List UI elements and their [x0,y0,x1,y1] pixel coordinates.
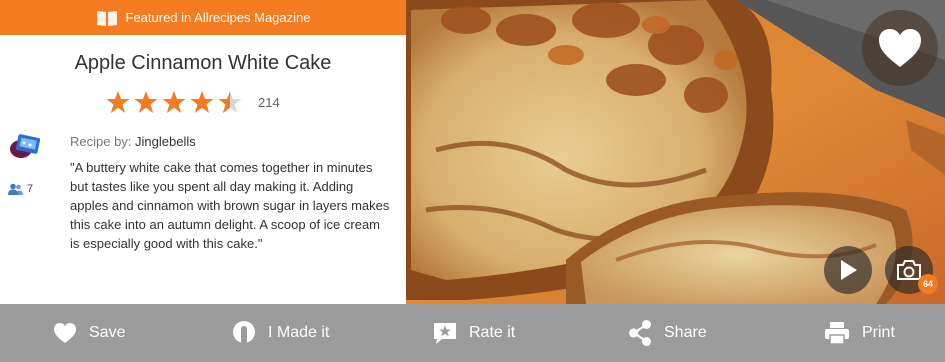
magazine-banner[interactable]: Featured in Allrecipes Magazine [0,0,406,35]
print-button-label: Print [862,324,895,341]
printer-icon [825,322,849,345]
play-video-button[interactable] [824,246,872,294]
star-full-icon[interactable] [162,90,186,114]
star-full-icon[interactable] [134,90,158,114]
recipe-description: "A buttery white cake that comes togethe… [70,160,390,251]
recipe-byline: Recipe by: Jinglebells [70,134,196,149]
heart-icon [879,29,921,67]
recipe-title: Apple Cinnamon White Cake [74,52,332,74]
rate-button-label: Rate it [469,324,516,341]
save-button-label: Save [89,324,126,341]
star-full-icon[interactable] [106,90,130,114]
made-it-button[interactable]: I Made it [232,304,329,362]
print-button[interactable]: Print [824,304,895,362]
magazine-icon [96,10,117,26]
heart-icon [54,323,76,343]
author-link[interactable]: Jinglebells [135,134,196,149]
share-button[interactable]: Share [628,304,707,362]
byline-label: Recipe by: [70,134,132,149]
star-rating[interactable]: 214 [106,90,280,114]
save-button[interactable]: Save [53,304,125,362]
banner-text: Featured in Allrecipes Magazine [125,10,311,25]
recipe-summary-panel: Featured in Allrecipes Magazine Apple Ci… [0,0,406,304]
made-it-count-value: 7 [27,183,34,195]
rating-count[interactable]: 214 [258,95,280,110]
rate-button[interactable]: Rate it [433,304,515,362]
users-icon [8,183,23,195]
photo-count-badge: 64 [918,274,938,294]
play-icon [841,260,857,280]
favorite-button[interactable] [862,10,938,86]
camera-icon [897,260,921,280]
share-button-label: Share [664,324,707,341]
star-full-icon[interactable] [190,90,214,114]
avatar[interactable] [8,131,44,161]
made-it-count: 7 [8,183,33,195]
star-half-icon[interactable] [218,90,242,114]
share-icon [629,320,651,346]
made-it-icon [233,321,255,346]
action-bar: Save I Made it Rate it Share Print [0,304,945,362]
rate-star-icon [434,323,456,344]
made-it-button-label: I Made it [268,324,330,341]
